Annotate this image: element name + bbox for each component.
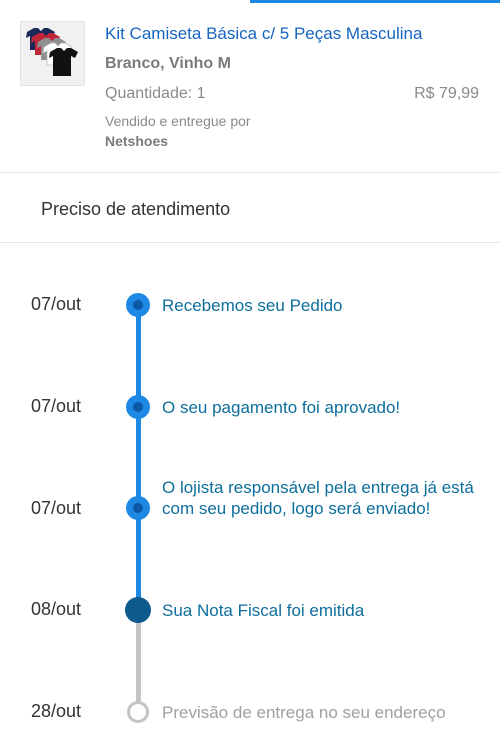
sold-by-label: Vendido e entregue por <box>105 113 251 129</box>
step-text: Sua Nota Fiscal foi emitida <box>162 601 365 620</box>
tshirt-stack-icon <box>26 28 78 76</box>
product-thumbnail[interactable] <box>20 21 85 86</box>
step-pending-icon <box>127 701 149 723</box>
step-done-icon <box>126 496 150 520</box>
step-date: 07/out <box>31 294 82 314</box>
seller-name: Netshoes <box>105 133 169 149</box>
step-done-icon <box>126 293 150 317</box>
step-text: O seu pagamento foi aprovado! <box>162 398 401 417</box>
timeline-progress-line <box>136 305 141 610</box>
timeline-pending-line <box>136 610 141 713</box>
help-request-row[interactable]: Preciso de atendimento <box>0 172 500 243</box>
step-current-icon <box>125 597 151 623</box>
product-variant: Branco, Vinho M <box>105 55 231 72</box>
step-date: 08/out <box>31 599 82 619</box>
step-text: O lojista responsável pela entrega já es… <box>162 478 474 518</box>
order-item: Kit Camiseta Básica c/ 5 Peças Masculina… <box>0 0 500 173</box>
step-text: Recebemos seu Pedido <box>162 296 343 315</box>
step-date: 07/out <box>31 498 82 518</box>
help-request-label: Preciso de atendimento <box>41 199 231 219</box>
step-date: 28/out <box>31 701 82 721</box>
product-title[interactable]: Kit Camiseta Básica c/ 5 Peças Masculina <box>105 24 422 44</box>
product-price: R$ 79,99 <box>414 85 479 102</box>
step-text: Previsão de entrega no seu endereço <box>162 703 446 722</box>
step-done-icon <box>126 395 150 419</box>
step-date: 07/out <box>31 396 82 416</box>
product-quantity: Quantidade: 1 <box>105 85 206 102</box>
